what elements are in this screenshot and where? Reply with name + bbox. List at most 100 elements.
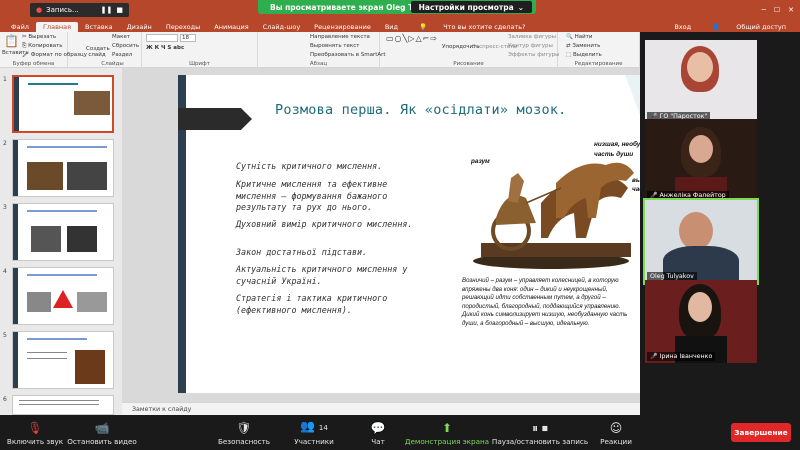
tab-slideshow[interactable]: Слайд-шоу xyxy=(256,22,308,32)
new-slide-button[interactable]: Создать слайд xyxy=(86,46,110,58)
shape-effects-button[interactable]: Эффекты фигуры xyxy=(508,52,560,58)
tab-home[interactable]: Главная xyxy=(35,22,79,32)
smartart-button[interactable]: Преобразовать в SmartArt xyxy=(310,52,386,58)
maximize-icon[interactable]: ☐ xyxy=(774,6,780,14)
tab-insert[interactable]: Вставка xyxy=(78,22,120,32)
window-controls: ─ ☐ ✕ xyxy=(762,6,794,14)
thumb-title-line xyxy=(27,146,107,148)
reactions-button[interactable]: ☺ Реакции xyxy=(596,415,636,450)
font-size-input[interactable]: 18 xyxy=(180,34,196,42)
notes-pane[interactable]: Заметки к слайду xyxy=(122,402,640,415)
chevron-down-icon: ⌄ xyxy=(517,2,524,12)
clipboard-group-label: Буфер обмена xyxy=(12,61,55,67)
tell-me-box[interactable]: 💡 Что вы хотите сделать? xyxy=(405,22,539,32)
unmute-button[interactable]: 🎙 Включить звук xyxy=(4,415,66,450)
pause-icon[interactable]: ❚❚ xyxy=(101,6,113,14)
thumb-image xyxy=(67,162,107,190)
format-painter-button[interactable]: 🖌 Формат по образцу xyxy=(22,52,87,58)
tab-view[interactable]: Вид xyxy=(378,22,405,32)
cut-button[interactable]: ✂ Вырезать xyxy=(22,34,56,40)
recording-dot-icon: ● xyxy=(36,6,43,14)
slide-thumbnail-2[interactable] xyxy=(12,139,114,197)
tab-design[interactable]: Дизайн xyxy=(120,22,159,32)
share-screen-button[interactable]: ⬆ Демонстрация экрана xyxy=(404,415,490,450)
shape-fill-button[interactable]: Заливка фигуры xyxy=(508,34,556,40)
font-group: 18 Ж К Ч S abc Шрифт xyxy=(142,32,258,68)
image-label-lower: низшая, необу xyxy=(594,141,641,148)
slide-bullet[interactable]: Актуальність критичного мислення у сучас… xyxy=(236,264,431,287)
shapes-gallery[interactable]: ▭○╲▷△⌐⇨ xyxy=(386,34,438,43)
font-name-input[interactable] xyxy=(146,34,178,42)
slide-title[interactable]: Розмова перша. Як «осідлати» мозок. xyxy=(275,102,566,118)
participants-button[interactable]: 👥 14 Участники xyxy=(288,415,340,450)
share-link-label: Общий доступ xyxy=(736,23,786,31)
slide-bullet[interactable]: Стратегія і тактика критичного (ефективн… xyxy=(236,293,431,316)
find-label: Найти xyxy=(574,34,593,40)
slide-number: 2 xyxy=(3,140,7,147)
thumb-image xyxy=(77,292,107,312)
select-button[interactable]: ⬚ Выделить xyxy=(566,52,602,58)
tab-transitions[interactable]: Переходы xyxy=(159,22,207,32)
layout-button[interactable]: Макет xyxy=(112,34,130,40)
pause-stop-icon: ⏸ ⏹ xyxy=(532,421,548,435)
drawing-group-label: Рисование xyxy=(453,61,484,67)
section-button[interactable]: Раздел xyxy=(112,52,132,58)
stop-video-button[interactable]: 📹 Остановить видео xyxy=(66,415,138,450)
slide-bullet[interactable]: Сутність критичного мислення. xyxy=(236,161,431,173)
image-label-razum: разум xyxy=(471,158,490,165)
shield-icon: 🛡 xyxy=(236,421,252,435)
paragraph-group-label: Абзац xyxy=(309,61,328,67)
participant-tile-active[interactable]: Oleg Tulyakov xyxy=(643,198,759,285)
close-icon[interactable]: ✕ xyxy=(788,6,794,14)
chat-icon: 💬 xyxy=(370,421,386,435)
slide-bullet[interactable]: Закон достатньої підстави. xyxy=(236,247,431,259)
sign-in-link[interactable]: Вход xyxy=(667,22,698,32)
security-button[interactable]: 🛡 Безопасность xyxy=(214,415,274,450)
slide-bullet[interactable]: Духовний вимір критичного мислення. xyxy=(236,219,431,231)
replace-button[interactable]: ⇄ Заменить xyxy=(566,43,600,49)
mic-muted-icon: 🎤̸ xyxy=(650,353,658,360)
tab-animations[interactable]: Анимация xyxy=(207,22,255,32)
slide-thumbnail-3[interactable] xyxy=(12,203,114,261)
slide-thumbnail-6[interactable] xyxy=(12,395,114,415)
participants-count: 14 xyxy=(318,424,328,432)
recording-indicator[interactable]: ● Запись... ❚❚ ■ xyxy=(30,3,130,17)
align-text-button[interactable]: Выровнять текст xyxy=(310,43,359,49)
lightbulb-icon: 💡 xyxy=(419,23,428,31)
editing-group-label: Редактирование xyxy=(574,61,623,67)
copy-button[interactable]: ⎘ Копировать xyxy=(22,43,63,50)
thumb-image xyxy=(67,226,97,252)
text-direction-button[interactable]: Направление текста xyxy=(310,34,370,40)
person-icon: 👤 xyxy=(712,23,721,31)
minimize-icon[interactable]: ─ xyxy=(762,6,766,14)
pause-stop-recording-label: Пауза/остановить запись xyxy=(491,437,589,446)
find-button[interactable]: 🔍 Найти xyxy=(566,34,592,40)
shape-outline-button[interactable]: Контур фигуры xyxy=(508,43,553,49)
participant-tile[interactable]: 🎤̸ ГО "Паросток" xyxy=(645,40,757,123)
tab-review[interactable]: Рецензирование xyxy=(307,22,378,32)
chat-button[interactable]: 💬 Чат xyxy=(358,415,398,450)
view-options-button[interactable]: Настройки просмотра ⌄ xyxy=(410,1,532,13)
participant-name: Ірина Іванченко xyxy=(659,353,713,360)
stop-icon[interactable]: ■ xyxy=(116,6,123,14)
font-group-label: Шрифт xyxy=(189,61,210,67)
bold-button[interactable]: Ж К Ч S abc xyxy=(146,45,184,51)
chat-label: Чат xyxy=(371,437,385,446)
pause-stop-recording-button[interactable]: ⏸ ⏹ Пауза/остановить запись xyxy=(491,415,589,450)
participant-tile[interactable]: 🎤̸ Ірина Іванченко xyxy=(645,280,757,363)
slide-bullet[interactable]: Критичне мислення та ефективне мислення … xyxy=(236,179,431,214)
thumb-title-line xyxy=(27,210,97,212)
end-meeting-button[interactable]: Завершение xyxy=(731,423,791,442)
slide-thumbnail-5[interactable] xyxy=(12,331,114,389)
slide-thumbnail-1[interactable] xyxy=(12,75,114,133)
slide-thumbnail-4[interactable] xyxy=(12,267,114,325)
tab-file[interactable]: Файл xyxy=(4,22,36,32)
reset-button[interactable]: Сбросить xyxy=(112,43,139,49)
reactions-label: Реакции xyxy=(600,437,632,446)
paste-icon[interactable]: 📋 xyxy=(4,34,19,48)
stop-video-label: Остановить видео xyxy=(67,437,137,446)
share-link[interactable]: 👤 Общий доступ xyxy=(698,22,800,32)
participant-name: Анжеліка Фалейтор xyxy=(659,192,726,199)
slide-number: 1 xyxy=(3,76,7,83)
participant-tile[interactable]: 🎤̸ Анжеліка Фалейтор xyxy=(645,119,757,202)
